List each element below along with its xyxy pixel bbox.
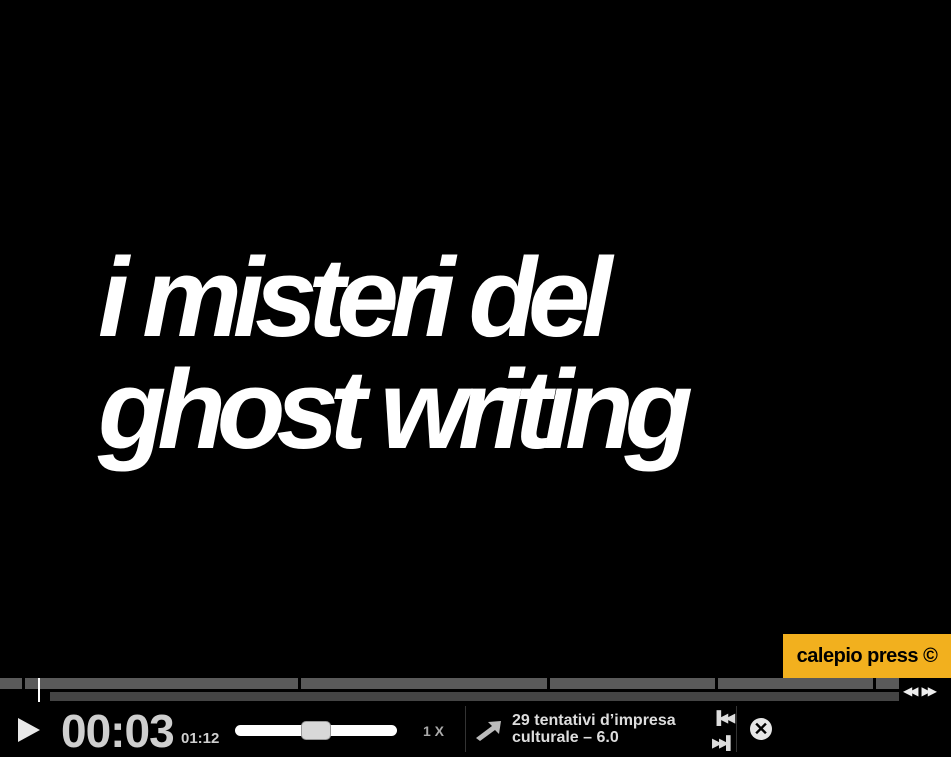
video-stage[interactable]: i misteri del ghost writing calepio pres… bbox=[0, 0, 951, 678]
playhead[interactable] bbox=[38, 678, 40, 702]
total-duration: 01:12 bbox=[181, 730, 220, 747]
title-line-1: i misteri del bbox=[98, 235, 612, 360]
chapter-segment[interactable] bbox=[301, 678, 547, 689]
chapter-segment[interactable] bbox=[25, 678, 298, 689]
video-title-card: i misteri del ghost writing bbox=[98, 235, 693, 472]
brand-badge[interactable]: calepio press © bbox=[783, 634, 951, 678]
play-icon[interactable] bbox=[14, 716, 42, 744]
chapter-nav: ◀◀ ▶▶ bbox=[903, 684, 949, 698]
control-bar: 00:03 01:12 1 X 29 tentativi d’impresa c… bbox=[0, 704, 951, 757]
divider bbox=[465, 706, 466, 752]
skip-forward-icon[interactable]: ▶▶▌ bbox=[712, 735, 735, 751]
chapter-segment[interactable] bbox=[550, 678, 715, 689]
volume-knob[interactable] bbox=[301, 721, 331, 740]
timeline[interactable]: ◀◀ ▶▶ bbox=[0, 678, 951, 704]
next-video-title[interactable]: 29 tentativi d’impresa culturale – 6.0 bbox=[512, 712, 702, 746]
speed-button[interactable]: 1 X bbox=[423, 723, 444, 739]
arrow-next-icon[interactable] bbox=[474, 718, 504, 742]
chapter-next-icon[interactable]: ▶▶ bbox=[921, 684, 937, 698]
close-icon[interactable]: ✕ bbox=[750, 718, 772, 740]
chapter-segment[interactable] bbox=[876, 678, 899, 689]
progress-track[interactable] bbox=[50, 692, 899, 701]
divider bbox=[736, 706, 737, 752]
skip-back-icon[interactable]: ▐◀◀ bbox=[712, 710, 735, 726]
volume-slider[interactable] bbox=[235, 721, 397, 740]
chapter-markers[interactable] bbox=[0, 678, 899, 689]
elapsed-time: 00:03 bbox=[61, 705, 175, 757]
title-line-2: ghost writing bbox=[98, 347, 693, 472]
chapter-segment[interactable] bbox=[0, 678, 22, 689]
chapter-segment[interactable] bbox=[718, 678, 873, 689]
chapter-prev-icon[interactable]: ◀◀ bbox=[903, 684, 919, 698]
